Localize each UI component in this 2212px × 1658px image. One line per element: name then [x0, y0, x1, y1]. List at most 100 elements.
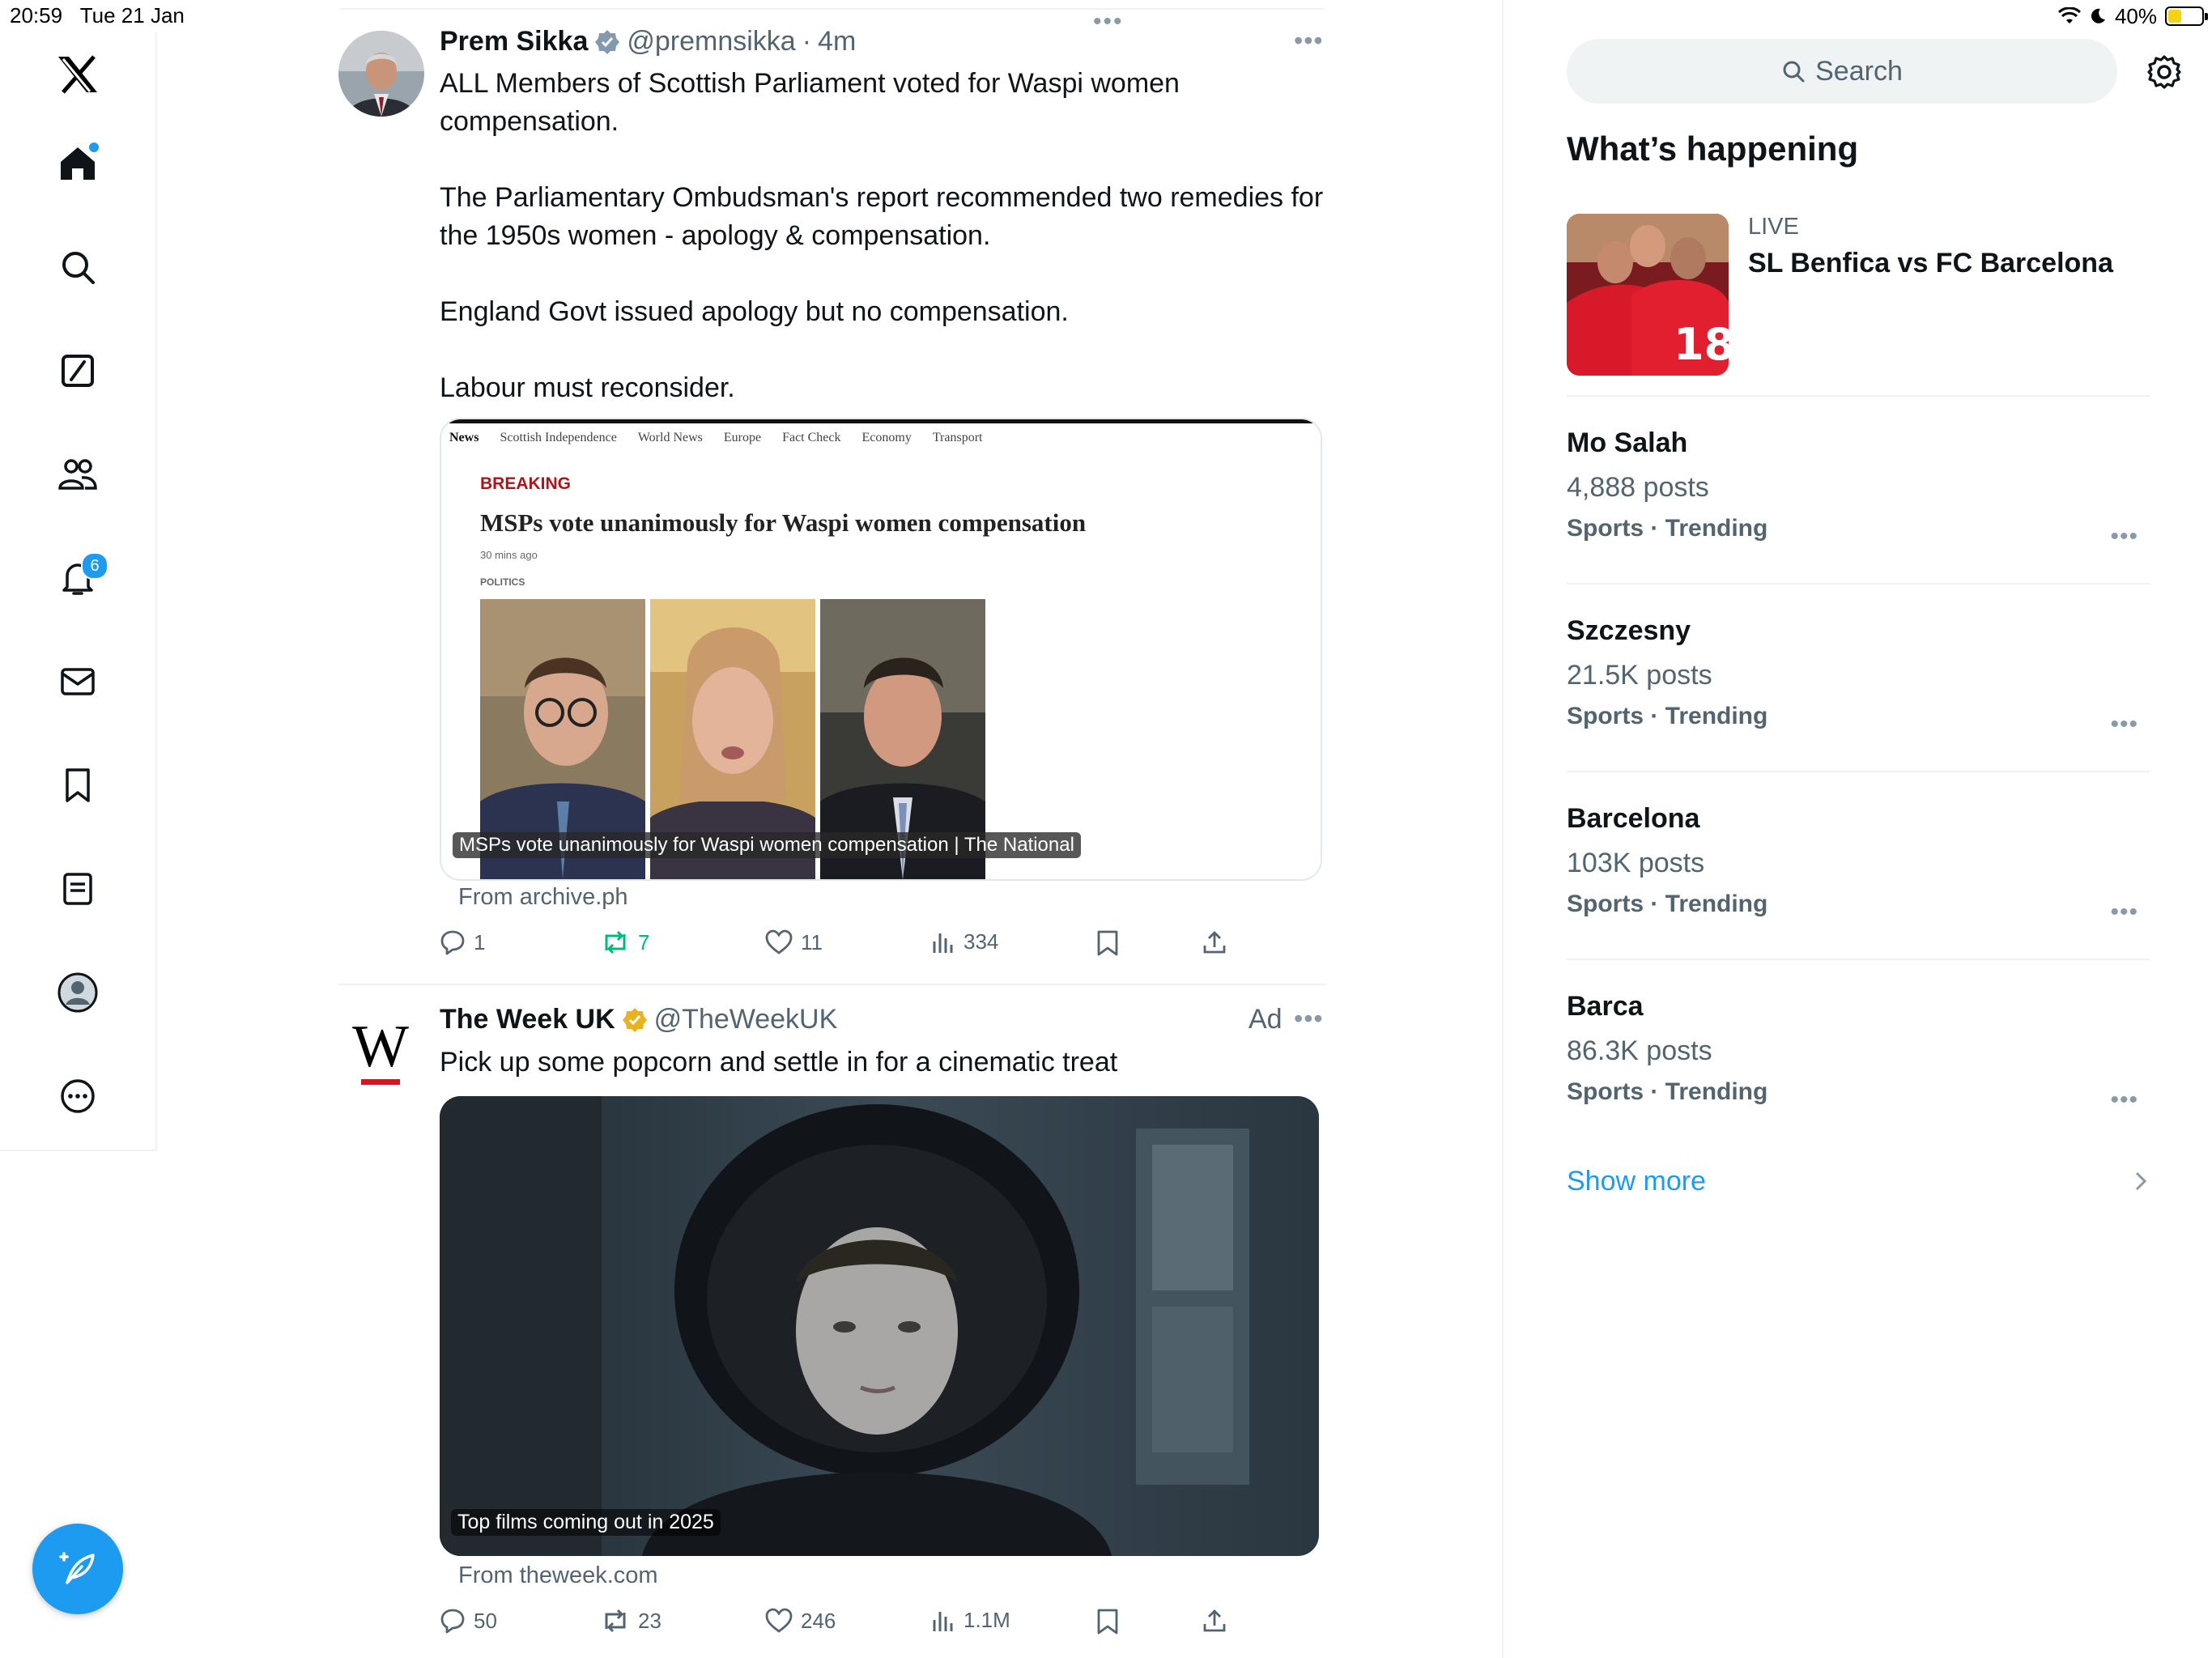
author-name[interactable]: Prem Sikka [440, 26, 588, 57]
avatar[interactable] [338, 31, 424, 117]
news-nav-item: World News [637, 431, 703, 444]
media-card[interactable]: Top films coming out in 2025 [440, 1096, 1319, 1556]
sidebar-item-messages[interactable] [52, 656, 104, 708]
bookmark-button[interactable] [1096, 929, 1119, 957]
bookmark-button[interactable] [1096, 1608, 1119, 1635]
search-icon [62, 252, 95, 284]
like-button[interactable]: 246 [765, 1608, 836, 1634]
bookmark-icon [66, 768, 90, 802]
chevron-right-icon [2134, 1171, 2147, 1192]
reply-button[interactable]: 50 [440, 1608, 497, 1634]
card-caption: MSPs vote unanimously for Waspi women co… [453, 832, 1081, 858]
list-icon [63, 873, 92, 905]
logo-underline [361, 1079, 400, 1085]
sidebar-item-explore[interactable] [52, 241, 104, 293]
trend-more-button[interactable]: ••• [2110, 1086, 2138, 1114]
sidebar-item-more[interactable] [52, 1070, 104, 1122]
compose-icon [59, 1552, 95, 1584]
tweet-more-button[interactable]: ••• [1294, 26, 1324, 56]
card-source-link[interactable]: From theweek.com [458, 1562, 658, 1589]
profile-icon [57, 972, 98, 1013]
repost-button[interactable]: 7 [601, 929, 649, 955]
tweet-more-button[interactable]: ••• [1294, 1004, 1324, 1034]
reply-count: 50 [474, 1608, 497, 1633]
share-button[interactable] [1202, 1608, 1227, 1634]
trend-more-button[interactable]: ••• [2110, 711, 2138, 738]
news-nav-item: News [449, 431, 479, 444]
live-event-item[interactable]: 18 LIVE SL Benfica vs FC Barcelona [1567, 214, 2143, 376]
view-count: 1.1M [963, 1608, 1010, 1632]
media-caption: Top films coming out in 2025 [451, 1509, 721, 1536]
sidebar-item-lists[interactable] [52, 863, 104, 915]
search-input[interactable]: Search [1567, 39, 2117, 104]
card-section: POLITICS [480, 576, 525, 588]
repost-count: 23 [638, 1608, 661, 1633]
repost-button[interactable]: 23 [601, 1608, 661, 1634]
drag-handle-dots[interactable]: ••• [1093, 8, 1124, 36]
the-week-logo: W [352, 1014, 409, 1080]
x-logo-icon[interactable] [52, 49, 104, 100]
views-button[interactable]: 334 [931, 929, 998, 954]
trend-divider [1567, 395, 2150, 397]
repost-icon [605, 1609, 626, 1633]
tweet-time[interactable]: 4m [818, 26, 856, 57]
tweet-text: Pick up some popcorn and settle in for a… [440, 1047, 1118, 1078]
compose-button[interactable] [32, 1524, 123, 1614]
sidebar: 6 [0, 32, 157, 1151]
like-button[interactable]: 11 [765, 929, 823, 955]
author-name[interactable]: The Week UK [440, 1004, 615, 1035]
views-button[interactable]: 1.1M [931, 1608, 1010, 1633]
show-more-link[interactable]: Show more [1567, 1166, 1706, 1197]
trend-item[interactable]: Szczesny 21.5K posts Sports · Trending •… [1567, 615, 2150, 745]
author-handle[interactable]: @premnsikka [627, 26, 795, 57]
repost-count: 7 [638, 929, 650, 954]
trend-more-button[interactable]: ••• [2110, 899, 2138, 926]
sidebar-item-profile[interactable] [52, 967, 104, 1018]
trend-category: Sports · Trending [1567, 891, 1768, 917]
sidebar-item-grok[interactable] [52, 345, 104, 397]
avatar[interactable]: W [351, 1017, 410, 1085]
status-date: Tue 21 Jan [79, 3, 185, 28]
notification-badge: 6 [81, 552, 108, 580]
trend-item[interactable]: Barcelona 103K posts Sports · Trending •… [1567, 803, 2150, 933]
settings-button[interactable] [2147, 55, 2181, 89]
home-unread-dot [89, 142, 99, 152]
trend-category: Sports · Trending [1567, 703, 1768, 729]
tweet-header: Prem Sikka @premnsikka · 4m [440, 26, 856, 57]
sidebar-item-home[interactable] [52, 138, 104, 189]
people-icon [58, 459, 97, 490]
ad-label: Ad [1249, 1004, 1283, 1035]
trend-name: Barcelona [1567, 803, 1700, 834]
reply-count: 1 [474, 929, 486, 954]
breaking-label: BREAKING [480, 474, 572, 493]
share-icon [1203, 931, 1226, 954]
feed-top-divider [340, 8, 1325, 10]
verified-badge-icon [595, 29, 620, 54]
sidebar-item-bookmarks[interactable] [52, 759, 104, 811]
author-handle[interactable]: @TheWeekUK [654, 1004, 838, 1035]
verified-gold-badge-icon [622, 1007, 647, 1032]
tweet-header: The Week UK @TheWeekUK [440, 1004, 837, 1035]
card-source-link[interactable]: From archive.ph [458, 884, 628, 911]
sidebar-item-notifications[interactable]: 6 [52, 552, 108, 604]
news-nav-item: Europe [723, 431, 762, 444]
heart-icon [765, 1608, 793, 1633]
whats-happening-heading: What’s happening [1567, 130, 1859, 168]
sidebar-item-communities[interactable] [52, 449, 104, 500]
bookmark-icon [1097, 1609, 1118, 1635]
trend-item[interactable]: Mo Salah 4,888 posts Sports · Trending •… [1567, 427, 2150, 557]
trend-posts: 103K posts [1567, 848, 1705, 878]
search-icon [1783, 61, 1805, 83]
trend-more-button[interactable]: ••• [2110, 523, 2138, 551]
share-button[interactable] [1202, 929, 1227, 955]
status-time: 20:59 Tue 21 Jan [10, 3, 185, 28]
tweet-text: ALL Members of Scottish Parliament voted… [440, 68, 1324, 403]
reply-button[interactable]: 1 [440, 929, 485, 955]
trend-item[interactable]: Barca 86.3K posts Sports · Trending ••• [1567, 991, 2150, 1120]
trend-category: Sports · Trending [1567, 515, 1768, 542]
more-circle-icon [61, 1079, 95, 1113]
link-card[interactable]: News Scottish Independence World News Eu… [440, 418, 1322, 881]
trend-posts: 86.3K posts [1567, 1035, 1712, 1066]
tweet-divider [338, 984, 1326, 985]
card-top-bar [443, 419, 1319, 423]
